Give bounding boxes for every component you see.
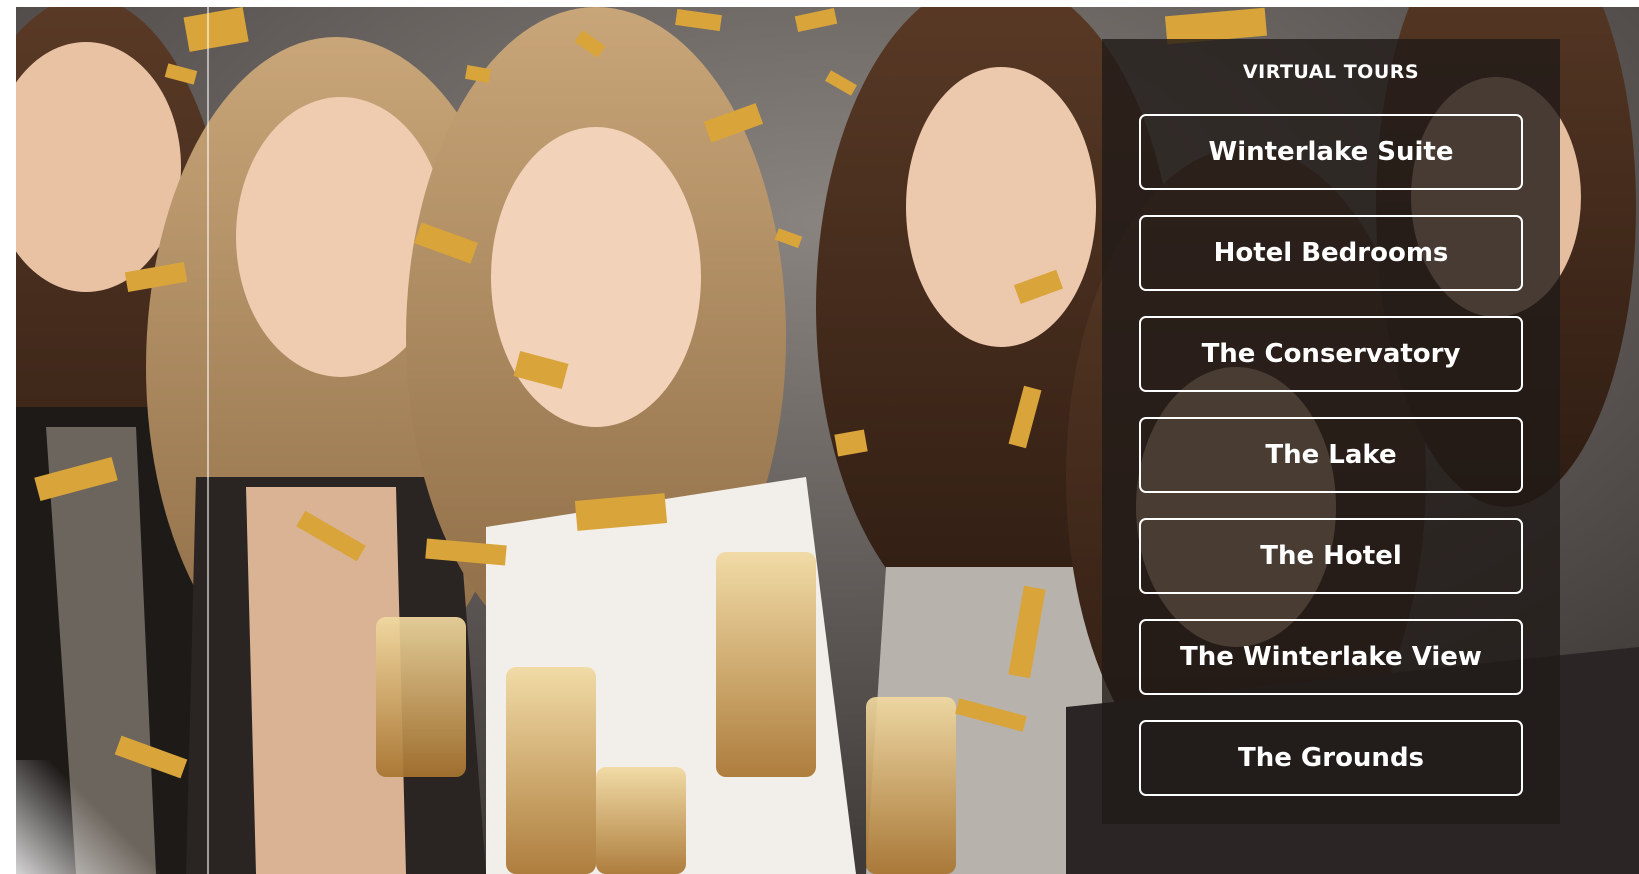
tour-button-the-hotel[interactable]: The Hotel (1139, 518, 1523, 594)
tour-button-the-conservatory[interactable]: The Conservatory (1139, 316, 1523, 392)
virtual-tours-panel: VIRTUAL TOURS Winterlake Suite Hotel Bed… (1102, 39, 1560, 824)
tour-button-winterlake-suite[interactable]: Winterlake Suite (1139, 114, 1523, 190)
tour-button-the-winterlake-view[interactable]: The Winterlake View (1139, 619, 1523, 695)
virtual-tours-title: VIRTUAL TOURS (1242, 61, 1420, 83)
tour-button-list: Winterlake Suite Hotel Bedrooms The Cons… (1139, 114, 1523, 821)
page: VIRTUAL TOURS Winterlake Suite Hotel Bed… (0, 0, 1639, 874)
vertical-divider (207, 7, 209, 874)
tour-button-hotel-bedrooms[interactable]: Hotel Bedrooms (1139, 215, 1523, 291)
tour-button-the-lake[interactable]: The Lake (1139, 417, 1523, 493)
tour-button-the-grounds[interactable]: The Grounds (1139, 720, 1523, 796)
